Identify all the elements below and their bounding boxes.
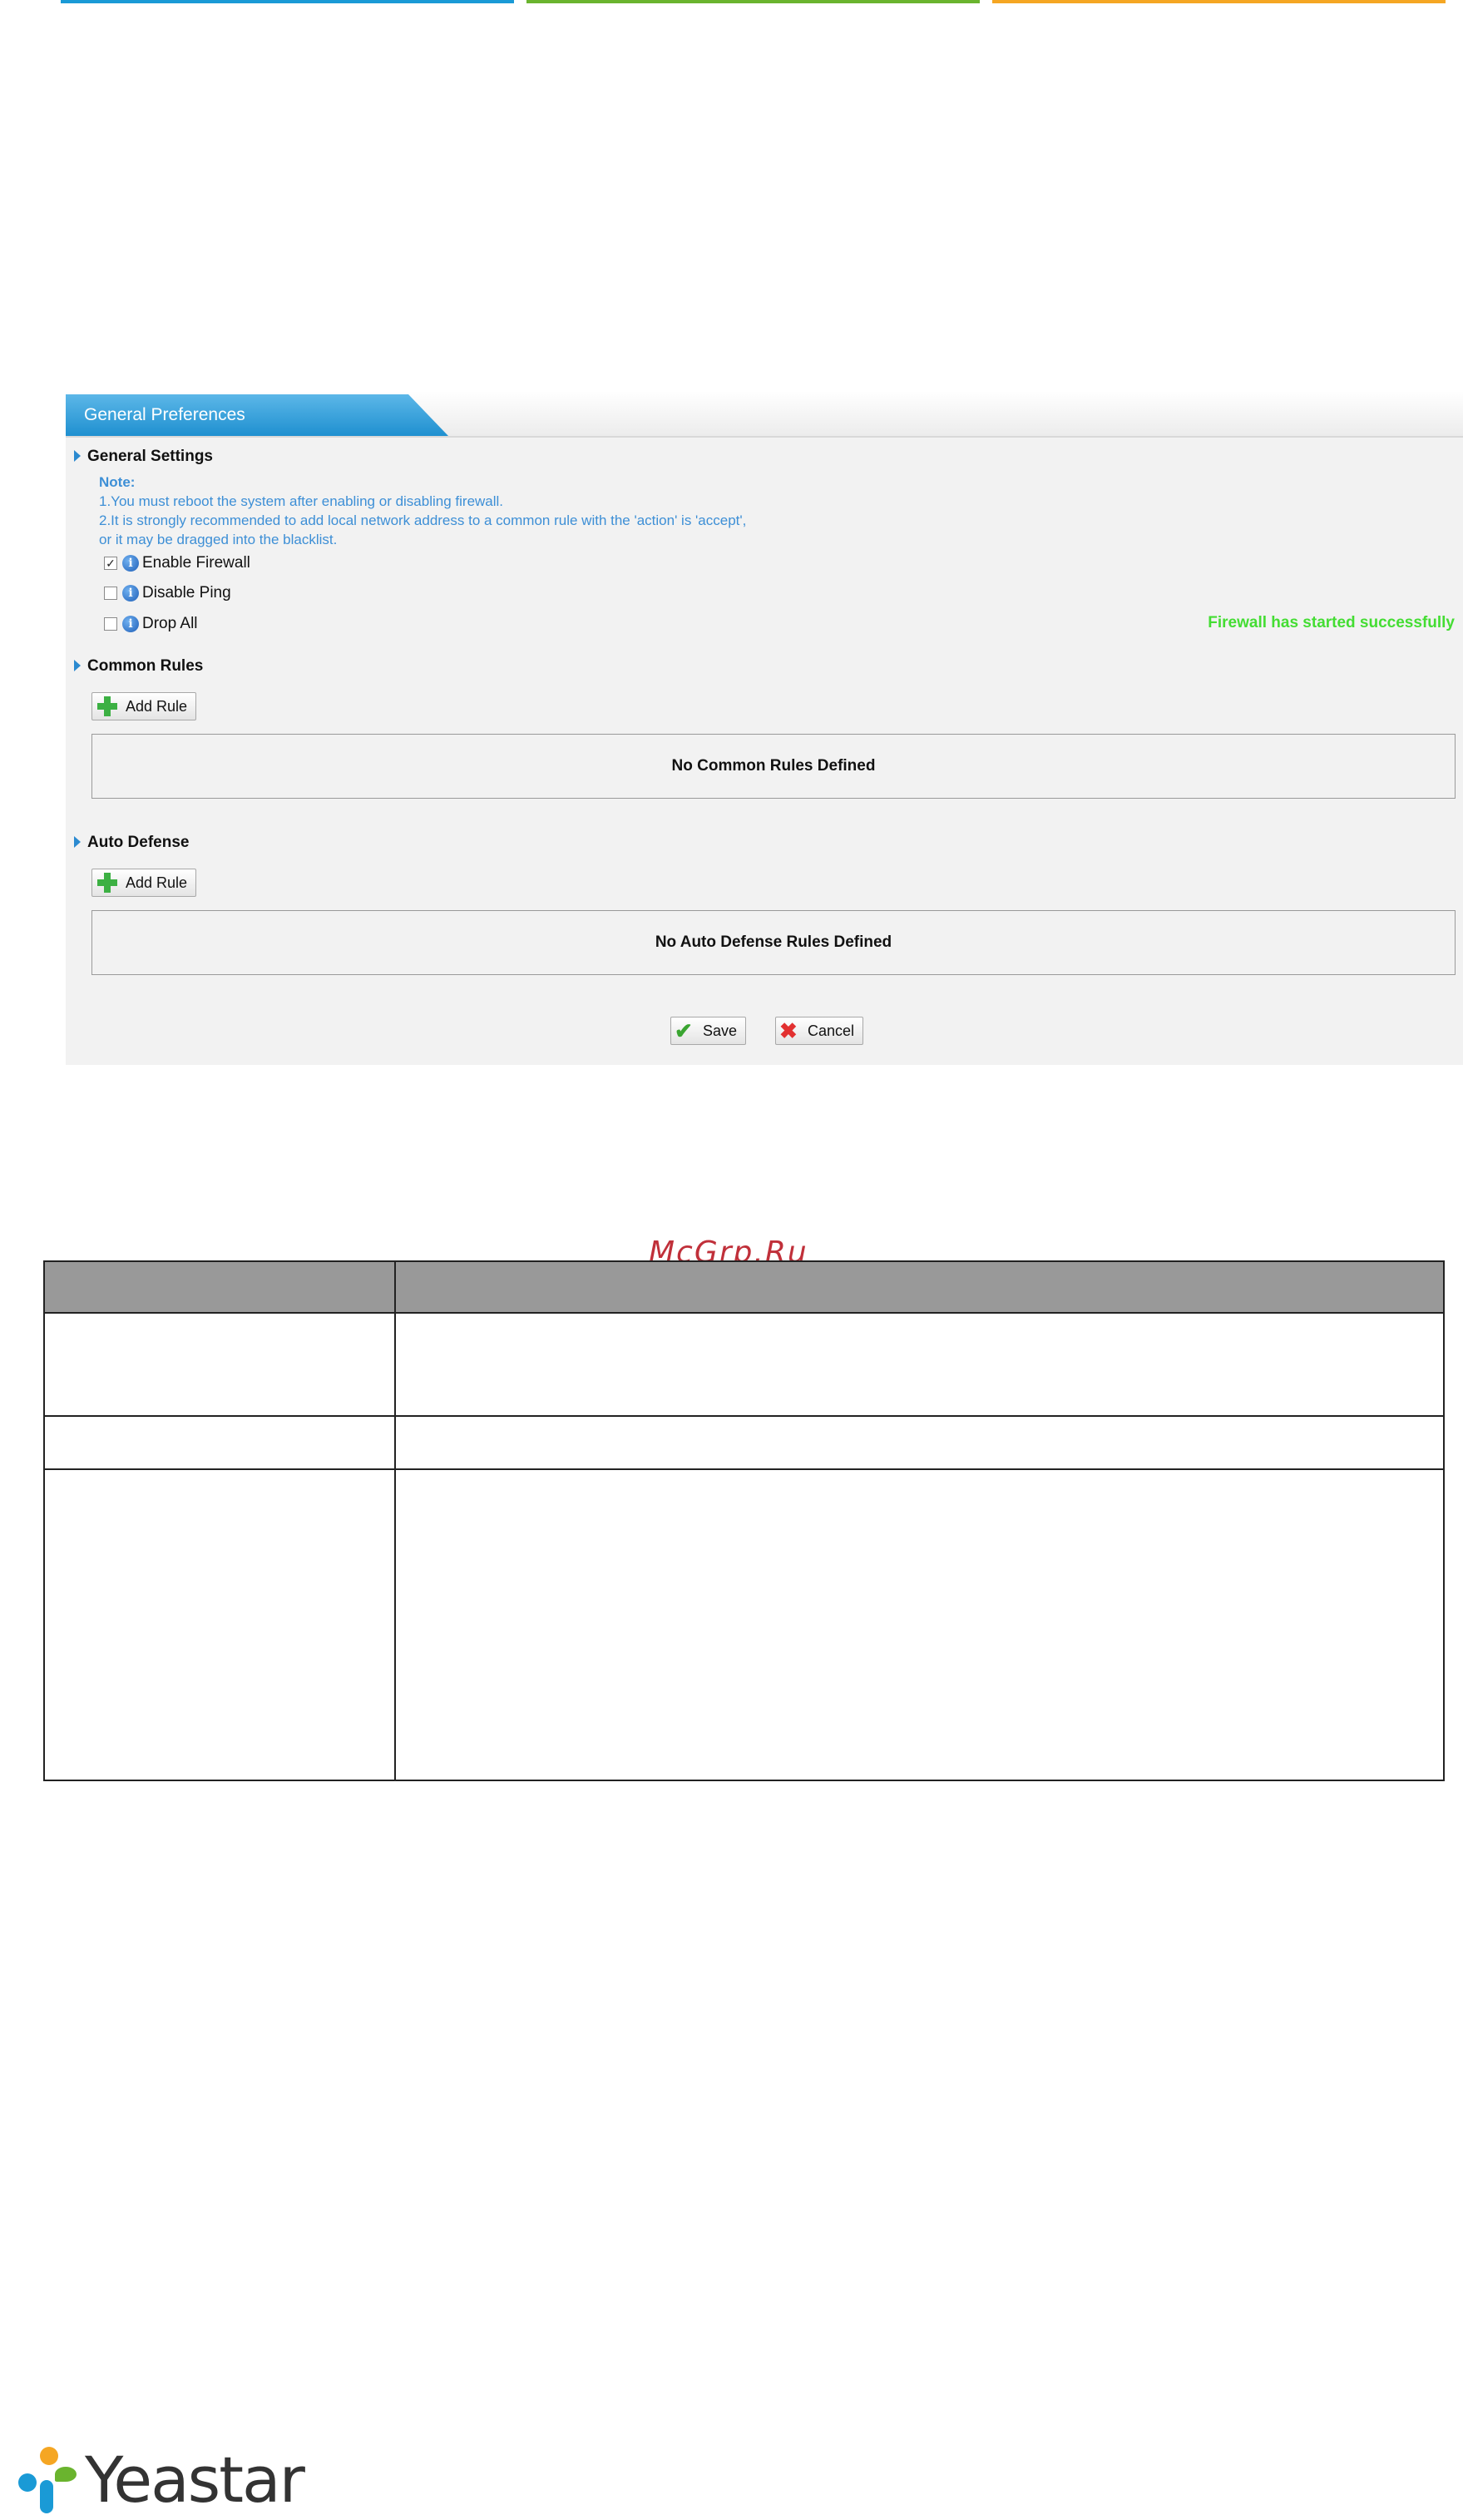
- empty-message: No Common Rules Defined: [671, 757, 876, 775]
- cancel-button[interactable]: ✖ Cancel: [775, 1017, 864, 1045]
- table-header-row: [43, 1260, 1445, 1314]
- general-settings-title: General Settings: [74, 448, 213, 466]
- disable-ping-checkbox[interactable]: [104, 587, 117, 600]
- yeastar-logo-mark-icon: [15, 2442, 82, 2517]
- table-row: [43, 1415, 1445, 1470]
- option-disable-ping: i Disable Ping: [104, 584, 231, 602]
- table-cell: [394, 1312, 1445, 1417]
- logo-text: Yeastar: [85, 2442, 305, 2517]
- table-cell: [43, 1312, 396, 1417]
- description-table: [43, 1260, 1445, 1781]
- info-icon[interactable]: i: [122, 616, 139, 632]
- top-bar-green: [526, 0, 980, 3]
- add-common-rule-button[interactable]: Add Rule: [91, 692, 197, 720]
- empty-message: No Auto Defense Rules Defined: [655, 933, 892, 951]
- panel-header: General Preferences: [66, 391, 1463, 438]
- table-cell: [394, 1468, 1445, 1781]
- table-cell: [394, 1415, 1445, 1470]
- save-button[interactable]: ✔ Save: [670, 1017, 747, 1045]
- add-auto-defense-rule-button[interactable]: Add Rule: [91, 869, 197, 897]
- table-header-cell: [394, 1260, 1445, 1314]
- option-drop-all: i Drop All: [104, 615, 198, 633]
- option-label: Drop All: [142, 615, 198, 632]
- plus-icon: [96, 871, 119, 894]
- auto-defense-title: Auto Defense: [74, 834, 189, 852]
- triangle-right-icon: [74, 660, 81, 671]
- triangle-right-icon: [74, 450, 81, 462]
- info-icon[interactable]: i: [122, 555, 139, 572]
- option-label: Enable Firewall: [142, 554, 250, 572]
- plus-icon: [96, 695, 119, 718]
- option-label: Disable Ping: [142, 584, 231, 602]
- table-row: [43, 1312, 1445, 1417]
- enable-firewall-checkbox[interactable]: ✓: [104, 557, 117, 570]
- note-block: Note: 1.You must reboot the system after…: [99, 473, 746, 549]
- firewall-status: Firewall has started successfully: [1208, 614, 1455, 631]
- close-icon: ✖: [779, 1018, 798, 1043]
- tab-general-preferences[interactable]: General Preferences: [66, 394, 398, 436]
- note-line: 1.You must reboot the system after enabl…: [99, 493, 504, 509]
- drop-all-checkbox[interactable]: [104, 617, 117, 631]
- note-line: or it may be dragged into the blacklist.: [99, 532, 338, 547]
- general-preferences-panel: General Preferences General Settings Not…: [66, 391, 1463, 1065]
- note-title: Note:: [99, 474, 136, 490]
- top-bar-orange: [992, 0, 1446, 3]
- common-rules-list: No Common Rules Defined: [91, 734, 1456, 799]
- triangle-right-icon: [74, 836, 81, 848]
- table-header-cell: [43, 1260, 396, 1314]
- option-enable-firewall: ✓ i Enable Firewall: [104, 554, 250, 572]
- yeastar-logo: Yeastar: [15, 2442, 305, 2517]
- table-row: [43, 1468, 1445, 1781]
- auto-defense-rules-list: No Auto Defense Rules Defined: [91, 910, 1456, 975]
- table-cell: [43, 1468, 396, 1781]
- common-rules-title: Common Rules: [74, 657, 203, 676]
- top-bar-blue: [61, 0, 514, 3]
- info-icon[interactable]: i: [122, 585, 139, 602]
- table-cell: [43, 1415, 396, 1470]
- note-line: 2.It is strongly recommended to add loca…: [99, 512, 747, 528]
- checkmark-icon: ✔: [675, 1018, 693, 1043]
